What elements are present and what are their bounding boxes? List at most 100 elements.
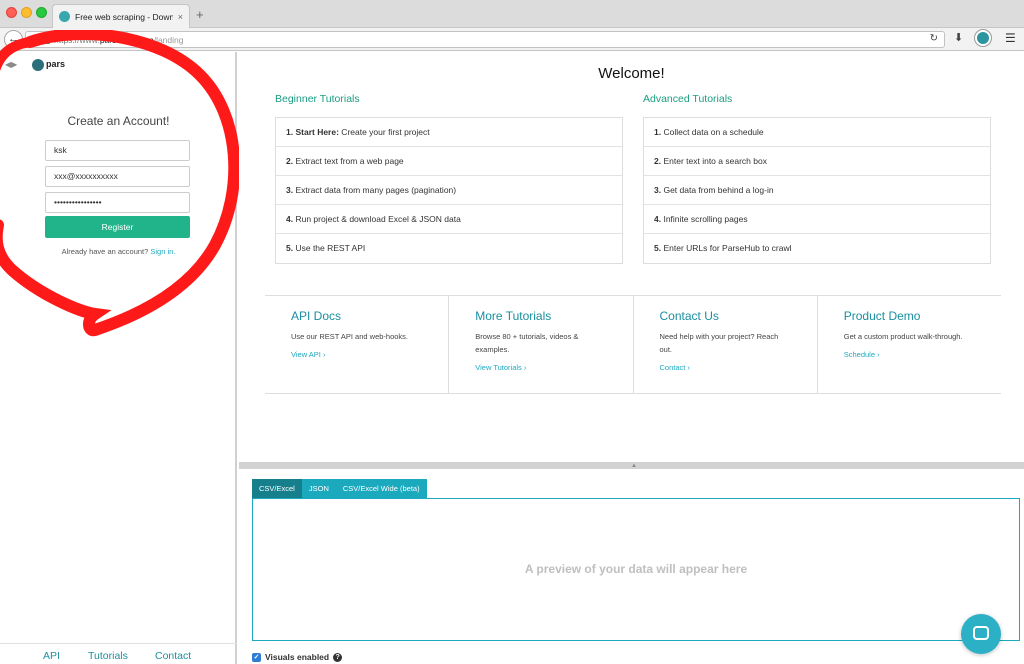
parsehub-extension-icon[interactable] — [975, 30, 991, 46]
password-field[interactable]: •••••••••••••••• — [45, 192, 190, 213]
card-title[interactable]: More Tutorials — [475, 309, 632, 323]
url-path: /landing — [153, 34, 184, 45]
view-tutorials-link[interactable]: View Tutorials › — [475, 363, 632, 372]
tab-title: Free web scraping - Downloa — [75, 11, 173, 22]
card-api-docs: API Docs Use our REST API and web-hooks.… — [265, 296, 450, 393]
preview-placeholder: A preview of your data will appear here — [524, 562, 748, 576]
tab-json[interactable]: JSON — [301, 479, 336, 498]
card-contact-us: Contact Us Need help with your project? … — [634, 296, 818, 393]
maximize-window-button[interactable] — [36, 7, 47, 18]
beginner-tutorial-4[interactable]: 4. Run project & download Excel & JSON d… — [276, 205, 622, 234]
tutorial-text: Collect data on a schedule — [663, 127, 764, 137]
sidebar: ◀▶ pars Create an Account! ksk xxx@xxxxx… — [0, 52, 237, 664]
sidebar-footer: API Tutorials Contact — [0, 643, 237, 664]
footer-link-contact[interactable]: Contact — [155, 650, 191, 662]
tutorial-number: 1. — [286, 127, 294, 137]
url-bar[interactable]: i https://www.parsehub.com/landing ↻ — [25, 31, 945, 48]
tutorial-number: 4. — [654, 214, 662, 224]
url-prefix: https://www. — [54, 34, 100, 45]
tutorial-number: 5. — [286, 243, 294, 253]
tutorial-number: 1. — [654, 127, 662, 137]
advanced-tutorial-3[interactable]: 3. Get data from behind a log-in — [644, 176, 990, 205]
beginner-tutorials-heading: Beginner Tutorials — [275, 93, 360, 105]
tutorial-text: Enter URLs for ParseHub to crawl — [663, 243, 792, 253]
tutorial-number: 3. — [654, 185, 662, 195]
register-button[interactable]: Register — [45, 216, 190, 238]
back-button[interactable]: ← — [4, 30, 23, 49]
resize-divider[interactable]: ▲ — [239, 462, 1024, 469]
advanced-tutorial-5[interactable]: 5. Enter URLs for ParseHub to crawl — [644, 234, 990, 263]
new-tab-button[interactable]: + — [196, 7, 204, 22]
browser-tab[interactable]: Free web scraping - Downloa × — [52, 4, 190, 28]
tutorial-number: 2. — [654, 156, 662, 166]
visuals-label: Visuals enabled — [265, 652, 330, 662]
tutorial-number: 2. — [286, 156, 294, 166]
advanced-tutorial-1[interactable]: 1. Collect data on a schedule — [644, 118, 990, 147]
sidebar-nav-arrows-icon[interactable]: ◀▶ — [5, 60, 17, 69]
tutorial-text: Run project & download Excel & JSON data — [295, 214, 461, 224]
lock-icon — [43, 33, 50, 44]
reload-icon[interactable]: ↻ — [930, 33, 938, 44]
tutorial-number: 3. — [286, 185, 294, 195]
card-product-demo: Product Demo Get a custom product walk-t… — [818, 296, 1001, 393]
brand-name: pars — [46, 59, 66, 69]
card-description: Browse 80 + tutorials, videos & examples… — [475, 332, 579, 354]
contact-link[interactable]: Contact › — [660, 363, 817, 372]
advanced-tutorial-4[interactable]: 4. Infinite scrolling pages — [644, 205, 990, 234]
footer-link-api[interactable]: API — [43, 650, 60, 662]
url-text: https://www.parsehub.com/landing — [54, 35, 183, 45]
preview-box: A preview of your data will appear here — [252, 498, 1020, 641]
tab-csv-excel-wide[interactable]: CSV/Excel Wide (beta) — [335, 479, 427, 498]
help-icon[interactable]: ? — [333, 652, 343, 662]
tutorial-text: Extract text from a web page — [295, 156, 404, 166]
tutorial-bold: Start Here: — [295, 127, 339, 137]
parsehub-favicon-icon — [59, 11, 70, 22]
welcome-heading: Welcome! — [598, 65, 665, 82]
tutorial-number: 5. — [654, 243, 662, 253]
close-window-button[interactable] — [6, 7, 17, 18]
main-content: Welcome! Beginner Tutorials Advanced Tut… — [239, 52, 1024, 462]
download-icon[interactable]: ⬇ — [954, 31, 963, 44]
resource-cards: API Docs Use our REST API and web-hooks.… — [265, 295, 1001, 394]
visuals-checkbox[interactable]: ✓ — [252, 652, 261, 662]
have-account-text: Already have an account? Sign in. — [0, 247, 237, 256]
tab-close-icon[interactable]: × — [178, 12, 183, 22]
username-field[interactable]: ksk — [45, 140, 190, 161]
data-preview-panel: CSV/Excel JSON CSV/Excel Wide (beta) A p… — [239, 469, 1024, 664]
beginner-tutorial-2[interactable]: 2. Extract text from a web page — [276, 147, 622, 176]
card-title[interactable]: Product Demo — [844, 309, 1001, 323]
sign-in-link[interactable]: Sign in. — [150, 247, 175, 256]
parsehub-logo-icon — [32, 59, 44, 71]
view-api-link[interactable]: View API › — [291, 350, 448, 359]
tutorial-text: Get data from behind a log-in — [663, 185, 774, 195]
email-field[interactable]: xxx@xxxxxxxxxx — [45, 166, 190, 187]
beginner-tutorial-1[interactable]: 1. Start Here: Create your first project — [276, 118, 622, 147]
browser-toolbar: ← i https://www.parsehub.com/landing ↻ — [0, 28, 1024, 51]
card-description: Get a custom product walk-through. — [843, 332, 963, 341]
create-account-title: Create an Account! — [67, 114, 170, 128]
card-title[interactable]: API Docs — [291, 309, 448, 323]
card-description: Use our REST API and web-hooks. — [291, 332, 409, 341]
format-tabs: CSV/Excel JSON CSV/Excel Wide (beta) — [252, 479, 427, 498]
tutorial-text: Create your first project — [338, 127, 430, 137]
visuals-enabled-toggle[interactable]: ✓ Visuals enabled ? — [252, 652, 343, 662]
advanced-tutorials-heading: Advanced Tutorials — [643, 93, 733, 105]
card-more-tutorials: More Tutorials Browse 80 + tutorials, vi… — [449, 296, 634, 393]
footer-link-tutorials[interactable]: Tutorials — [88, 650, 128, 662]
hamburger-menu-icon[interactable]: ☰ — [1005, 31, 1016, 45]
card-title[interactable]: Contact Us — [660, 309, 817, 323]
tab-csv-excel[interactable]: CSV/Excel — [252, 479, 302, 498]
beginner-tutorial-3[interactable]: 3. Extract data from many pages (paginat… — [276, 176, 622, 205]
tutorial-text: Enter text into a search box — [663, 156, 767, 166]
url-host: parsehub.com — [99, 34, 154, 45]
tutorial-number: 4. — [286, 214, 294, 224]
minimize-window-button[interactable] — [21, 7, 32, 18]
tutorial-text: Extract data from many pages (pagination… — [295, 185, 457, 195]
info-icon[interactable]: i — [30, 35, 39, 44]
advanced-tutorial-2[interactable]: 2. Enter text into a search box — [644, 147, 990, 176]
schedule-link[interactable]: Schedule › — [844, 350, 1001, 359]
advanced-tutorial-list: 1. Collect data on a schedule 2. Enter t… — [643, 117, 991, 264]
chat-bubble-icon[interactable] — [961, 614, 1001, 654]
browser-tabbar: Free web scraping - Downloa × + — [0, 0, 1024, 28]
beginner-tutorial-5[interactable]: 5. Use the REST API — [276, 234, 622, 263]
